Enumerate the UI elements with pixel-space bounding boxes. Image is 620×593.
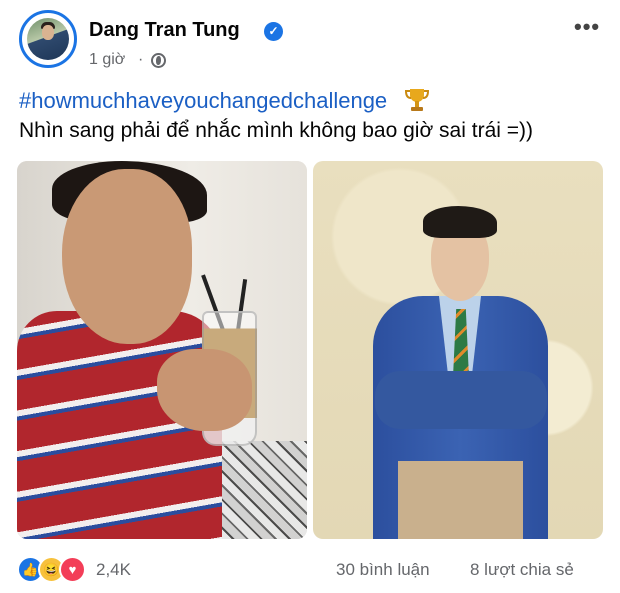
crossed-arms: [375, 371, 547, 429]
photo-after[interactable]: [313, 161, 603, 539]
hand: [157, 349, 252, 431]
author-name[interactable]: Dang Tran Tung: [89, 19, 240, 42]
photo-before[interactable]: [17, 161, 307, 539]
love-reaction-icon: ♥: [59, 556, 86, 583]
more-options-icon[interactable]: •••: [574, 14, 600, 40]
reactions-summary[interactable]: 👍 😆 ♥: [17, 556, 95, 584]
pants: [398, 461, 523, 539]
hashtag-link[interactable]: #howmuchhaveyouchangedchallenge: [19, 88, 387, 114]
reaction-count[interactable]: 2,4K: [96, 560, 131, 580]
post-caption: Nhìn sang phải để nhắc mình không bao gi…: [19, 119, 533, 142]
globe-icon[interactable]: [151, 53, 166, 68]
post-time[interactable]: 1 giờ: [89, 51, 125, 69]
avatar[interactable]: [19, 10, 77, 68]
hair: [423, 206, 497, 238]
trophy-icon: [404, 89, 430, 111]
facebook-post: Dang Tran Tung ✓ 1 giờ · ••• #howmuchhav…: [0, 0, 620, 593]
meta-separator: ·: [138, 51, 144, 68]
shares-count[interactable]: 8 lượt chia sẻ: [470, 560, 574, 580]
verified-badge-icon: ✓: [264, 22, 283, 41]
avatar-image: [27, 18, 69, 60]
face: [62, 169, 192, 344]
comments-count[interactable]: 30 bình luận: [336, 560, 430, 580]
